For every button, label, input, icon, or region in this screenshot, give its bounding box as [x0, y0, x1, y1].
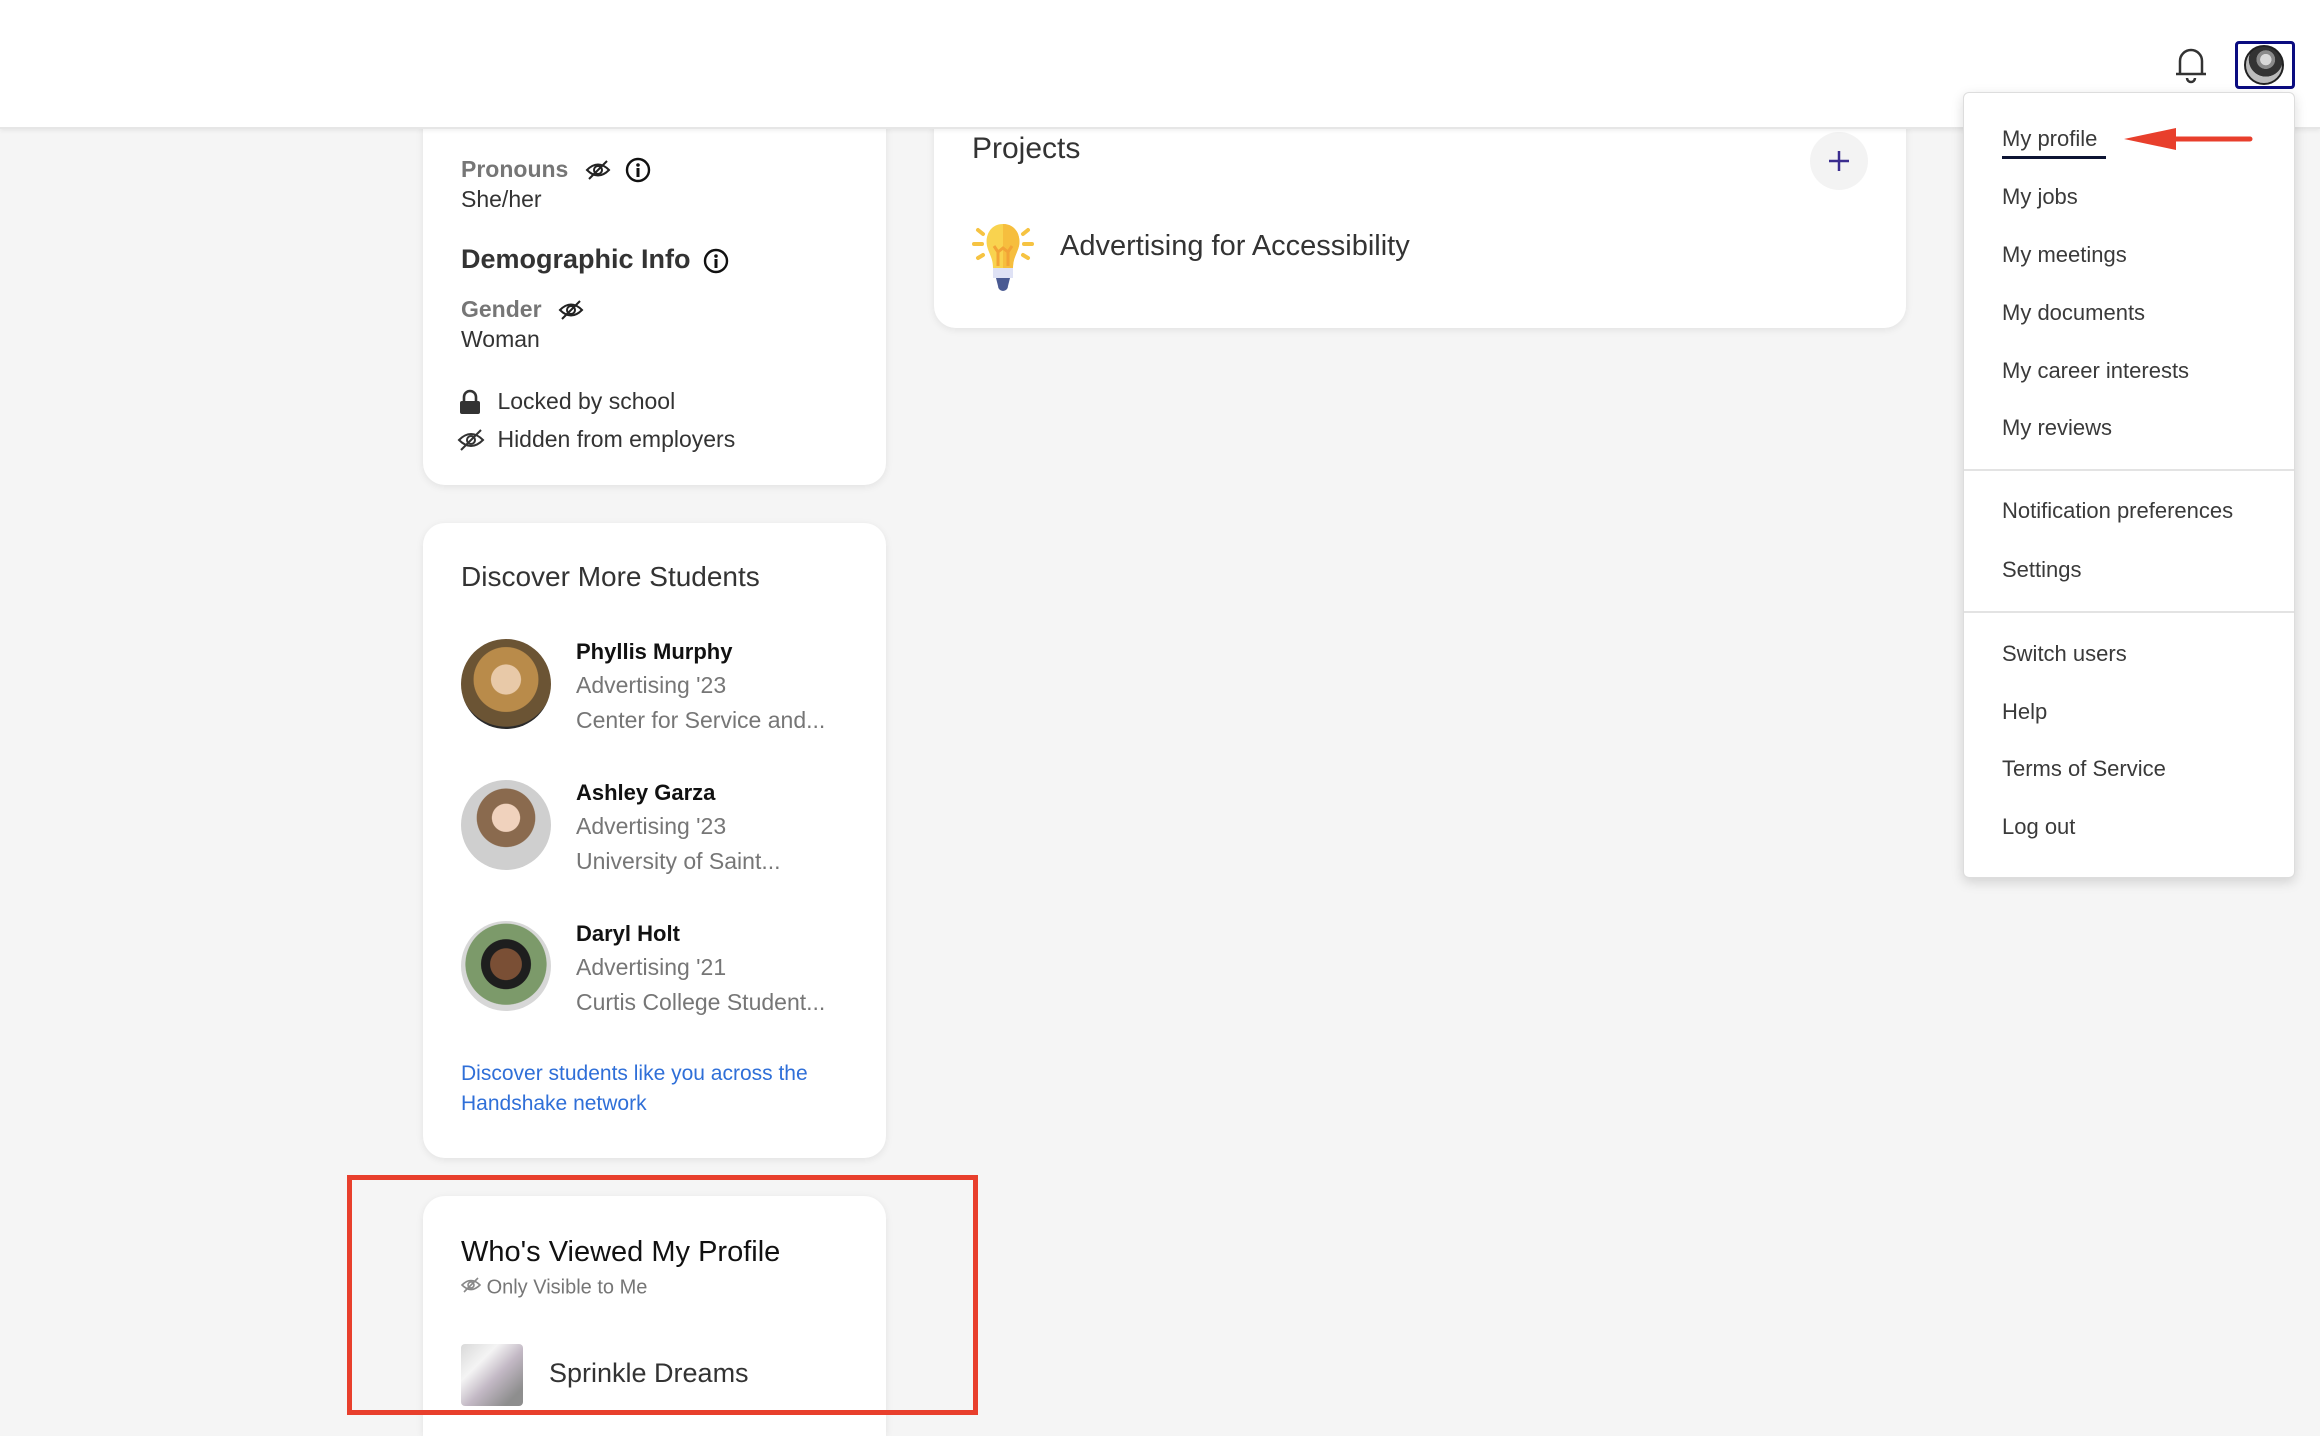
gender-label: Gender	[461, 296, 542, 322]
menu-item-notification-preferences[interactable]: Notification preferences	[2002, 498, 2233, 524]
legend-locked: Locked by school	[457, 388, 675, 420]
discover-link-line2[interactable]: Handshake network	[461, 1089, 808, 1119]
plus-icon	[1829, 151, 1849, 171]
discover-title: Discover More Students	[461, 561, 760, 592]
legend-hidden: Hidden from employers	[457, 426, 735, 457]
menu-item-switch-users[interactable]: Switch users	[2002, 641, 2127, 667]
gender-value: Woman	[461, 326, 540, 352]
menu-item-settings[interactable]: Settings	[2002, 557, 2082, 583]
discover-link-line1[interactable]: Discover students like you across the	[461, 1059, 808, 1089]
menu-item-my-documents[interactable]: My documents	[2002, 300, 2145, 326]
student-school: University of Saint...	[576, 848, 781, 874]
menu-item-my-reviews[interactable]: My reviews	[2002, 415, 2112, 441]
student-major: Advertising '23	[576, 813, 727, 839]
student-name: Ashley Garza	[576, 780, 716, 805]
info-icon[interactable]	[703, 248, 729, 279]
lock-icon	[457, 389, 483, 420]
student-photo	[461, 921, 551, 1011]
demographic-heading: Demographic Info	[461, 244, 729, 279]
eye-slash-icon	[558, 299, 584, 326]
user-dropdown-menu: My profile My jobs My meetings My docume…	[1963, 92, 2295, 878]
discover-students-card: Discover More Students Phyllis Murphy Ad…	[423, 523, 886, 1158]
profile-info-card: Pronouns She/her Demographic Info Gender…	[423, 90, 886, 485]
menu-divider	[1964, 611, 2294, 613]
lightbulb-icon	[972, 224, 1034, 291]
menu-divider	[1964, 469, 2294, 471]
user-avatar	[2244, 45, 2284, 85]
student-school: Curtis College Student...	[576, 989, 826, 1015]
student-photo	[461, 780, 551, 870]
user-menu-button[interactable]	[2235, 41, 2295, 89]
gender-row: Gender	[461, 296, 584, 326]
discover-network-link[interactable]: Discover students like you across the Ha…	[461, 1059, 808, 1119]
locked-label: Locked by school	[497, 388, 676, 414]
pronouns-value: She/her	[461, 186, 542, 212]
student-photo	[461, 639, 551, 729]
add-project-button[interactable]	[1810, 132, 1868, 190]
menu-item-my-career-interests[interactable]: My career interests	[2002, 358, 2189, 384]
student-name: Daryl Holt	[576, 921, 680, 946]
bell-icon	[2176, 48, 2206, 84]
eye-slash-icon	[457, 428, 485, 457]
student-major: Advertising '21	[576, 954, 727, 980]
eye-slash-icon	[585, 159, 611, 186]
student-major: Advertising '23	[576, 672, 727, 698]
active-indicator	[2002, 156, 2106, 159]
menu-item-terms-of-service[interactable]: Terms of Service	[2002, 756, 2166, 782]
menu-item-my-profile[interactable]: My profile	[2002, 126, 2097, 152]
project-title: Advertising for Accessibility	[1060, 230, 1410, 262]
pronouns-row: Pronouns	[461, 156, 651, 188]
hidden-label: Hidden from employers	[497, 426, 736, 452]
projects-title: Projects	[972, 132, 1081, 165]
annotation-highlight-box	[347, 1175, 978, 1415]
menu-item-help[interactable]: Help	[2002, 699, 2047, 725]
menu-item-log-out[interactable]: Log out	[2002, 814, 2075, 840]
pronouns-label: Pronouns	[461, 156, 569, 182]
info-icon[interactable]	[625, 157, 651, 188]
annotation-arrow-icon	[2124, 128, 2253, 150]
menu-item-my-jobs[interactable]: My jobs	[2002, 184, 2078, 210]
student-name: Phyllis Murphy	[576, 639, 733, 664]
notifications-button[interactable]	[2172, 44, 2210, 84]
demographic-title: Demographic Info	[461, 244, 691, 274]
student-school: Center for Service and...	[576, 707, 826, 733]
menu-item-my-meetings[interactable]: My meetings	[2002, 242, 2127, 268]
